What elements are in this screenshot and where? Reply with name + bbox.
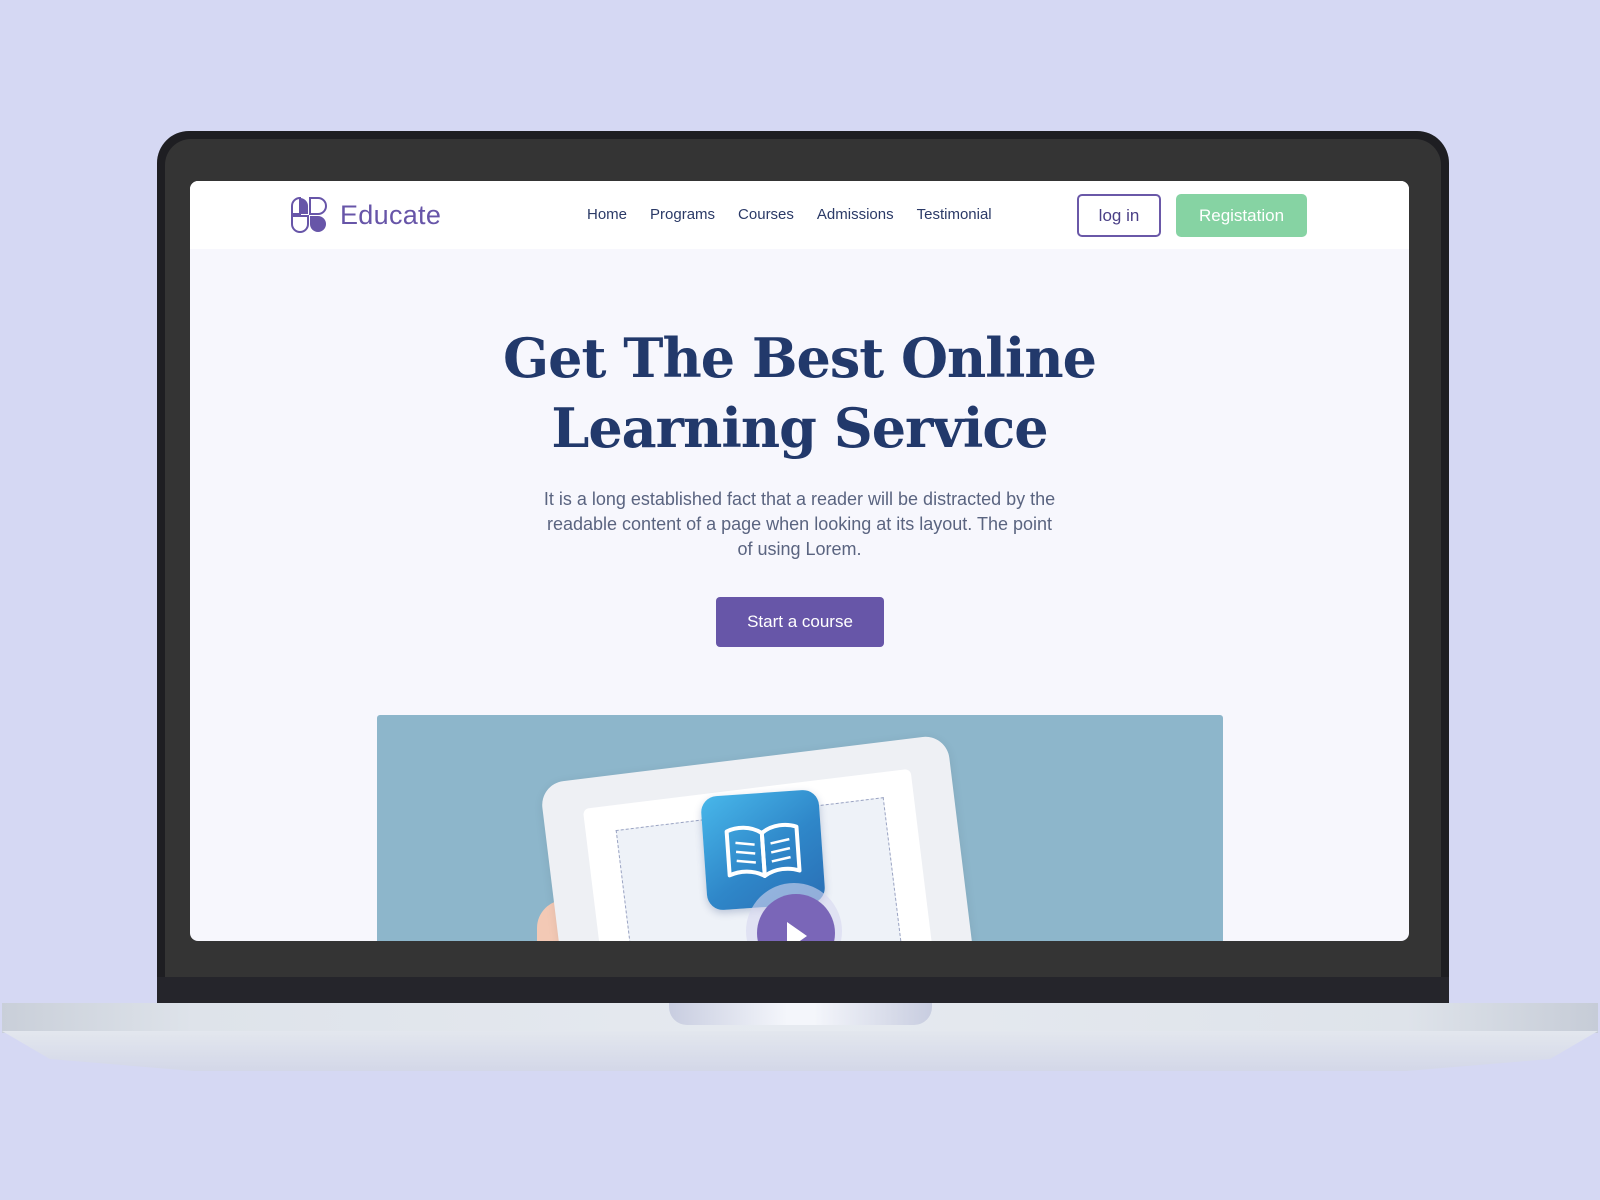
- hero-title-line-1: Get The Best Online: [503, 326, 1097, 390]
- hero-title-line-2: Learning Service: [551, 396, 1048, 460]
- nav-links: Home Programs Courses Admissions Testimo…: [587, 206, 992, 223]
- laptop-opening-notch: [669, 1003, 932, 1025]
- hero-description: It is a long established fact that a rea…: [543, 489, 1056, 559]
- login-button[interactable]: log in: [1077, 194, 1161, 237]
- hero-media: [377, 715, 1223, 941]
- nav-link-programs[interactable]: Programs: [650, 206, 715, 223]
- nav-link-testimonial[interactable]: Testimonial: [917, 206, 992, 223]
- hero-title: Get The Best Online Learning Service: [190, 323, 1409, 463]
- nav-link-admissions[interactable]: Admissions: [817, 206, 894, 223]
- brand-name: Educate: [340, 199, 442, 230]
- brand-logo[interactable]: Educate: [291, 197, 441, 233]
- nav-link-home[interactable]: Home: [587, 206, 627, 223]
- registration-button[interactable]: Registation: [1176, 194, 1307, 237]
- laptop-base-edge: [2, 1031, 1598, 1071]
- play-icon: [787, 922, 807, 941]
- top-navbar: Educate Home Programs Courses Admissions…: [190, 181, 1409, 249]
- laptop-chin: [157, 977, 1449, 1005]
- browser-screen: Educate Home Programs Courses Admissions…: [190, 181, 1409, 941]
- clover-logo-icon: [291, 197, 327, 233]
- nav-link-courses[interactable]: Courses: [738, 206, 794, 223]
- start-course-button[interactable]: Start a course: [716, 597, 884, 647]
